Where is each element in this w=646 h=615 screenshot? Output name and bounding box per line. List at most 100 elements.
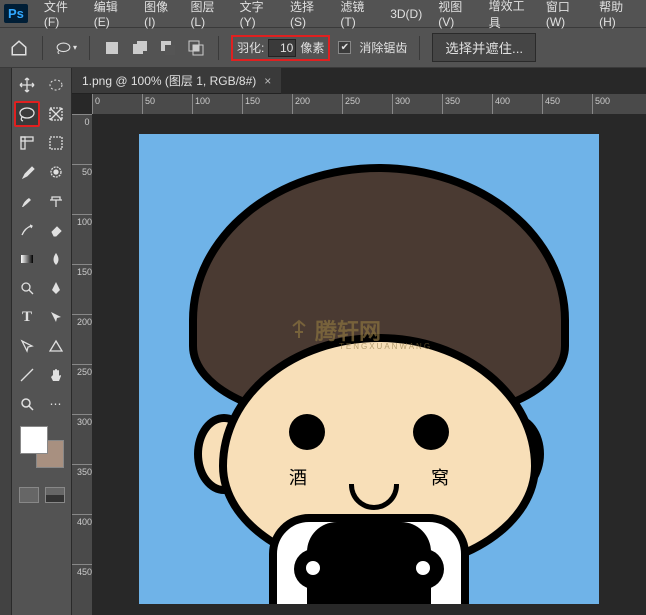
direct-select-tool-icon[interactable] xyxy=(14,333,40,359)
ruler-tick: 250 xyxy=(72,364,92,414)
menu-help[interactable]: 帮助(H) xyxy=(591,0,642,31)
selection-add-icon[interactable] xyxy=(131,39,149,57)
toolbox: T ⋯ xyxy=(12,68,72,615)
ruler-tick: 350 xyxy=(442,94,492,114)
foreground-swatch[interactable] xyxy=(20,426,48,454)
menu-view[interactable]: 视图(V) xyxy=(430,0,480,31)
menu-bar: Ps 文件(F) 编辑(E) 图像(I) 图层(L) 文字(Y) 选择(S) 滤… xyxy=(0,0,646,28)
ruler-tick: 50 xyxy=(72,164,92,214)
horizontal-ruler[interactable]: 0 50 100 150 200 250 300 350 400 450 500 xyxy=(92,94,646,114)
pen-tool-icon[interactable] xyxy=(43,275,69,301)
quick-mask-row xyxy=(14,487,69,503)
feather-label: 羽化: xyxy=(237,39,264,56)
frame-tool-icon[interactable] xyxy=(43,130,69,156)
separator xyxy=(42,36,43,60)
document-image: 酒 窝 腾轩网 TENGXUANWANG xyxy=(139,134,599,604)
shape-tool-icon[interactable] xyxy=(43,333,69,359)
line-tool-icon[interactable] xyxy=(14,362,40,388)
ruler-tick: 50 xyxy=(142,94,192,114)
antialias-label: 消除锯齿 xyxy=(359,39,407,56)
ruler-tick: 250 xyxy=(342,94,392,114)
feather-unit: 像素 xyxy=(300,39,324,56)
home-icon[interactable] xyxy=(8,37,30,59)
blur-tool-icon[interactable] xyxy=(43,246,69,272)
shirt-panda-eye xyxy=(404,549,444,589)
canvas[interactable]: 酒 窝 腾轩网 TENGXUANWANG xyxy=(92,114,646,615)
ruler-area: 0 50 100 150 200 250 300 350 400 450 500… xyxy=(72,94,646,615)
spot-heal-tool-icon[interactable] xyxy=(43,159,69,185)
selection-intersect-icon[interactable] xyxy=(187,39,205,57)
crop-tool-icon[interactable] xyxy=(14,130,40,156)
tab-title: 1.png @ 100% (图层 1, RGB/8#) xyxy=(82,72,256,89)
ruler-tick: 100 xyxy=(192,94,242,114)
menu-plugins[interactable]: 增效工具 xyxy=(481,0,538,33)
menu-3d[interactable]: 3D(D) xyxy=(382,5,430,23)
ruler-tick: 200 xyxy=(72,314,92,364)
menu-file[interactable]: 文件(F) xyxy=(36,0,86,31)
ruler-tick: 300 xyxy=(72,414,92,464)
path-select-tool-icon[interactable] xyxy=(43,304,69,330)
feather-input[interactable] xyxy=(268,39,296,57)
menu-window[interactable]: 窗口(W) xyxy=(538,0,591,31)
cartoon-eye xyxy=(289,414,325,450)
menu-filter[interactable]: 滤镜(T) xyxy=(332,0,382,31)
cartoon-eye xyxy=(413,414,449,450)
ruler-tick: 450 xyxy=(72,564,92,614)
move-tool-icon[interactable] xyxy=(14,72,40,98)
quick-mask-icon[interactable] xyxy=(45,487,65,503)
ruler-tick: 400 xyxy=(492,94,542,114)
gradient-tool-icon[interactable] xyxy=(14,246,40,272)
brush-tool-icon[interactable] xyxy=(14,188,40,214)
cheek-text-right: 窝 xyxy=(431,464,449,490)
ruler-tick: 450 xyxy=(542,94,592,114)
menu-image[interactable]: 图像(I) xyxy=(136,0,182,31)
ruler-tick: 150 xyxy=(242,94,292,114)
menu-select[interactable]: 选择(S) xyxy=(282,0,332,31)
chevron-down-icon: ▾ xyxy=(73,43,77,52)
cheek-text-left: 酒 xyxy=(289,464,307,490)
watermark-subtext: TENGXUANWANG xyxy=(339,342,432,351)
watermark-logo-icon xyxy=(289,318,309,342)
ruler-tick: 200 xyxy=(292,94,342,114)
current-tool-lasso-icon[interactable]: ▾ xyxy=(55,37,77,59)
separator xyxy=(419,36,420,60)
color-swatches[interactable] xyxy=(16,426,68,478)
close-tab-icon[interactable]: × xyxy=(264,74,271,88)
ruler-tick: 150 xyxy=(72,264,92,314)
object-select-tool-icon[interactable] xyxy=(43,101,69,127)
selection-new-icon[interactable] xyxy=(103,39,121,57)
ruler-tick: 0 xyxy=(92,94,142,114)
eraser-tool-icon[interactable] xyxy=(43,217,69,243)
dodge-tool-icon[interactable] xyxy=(14,275,40,301)
hand-tool-icon[interactable] xyxy=(43,362,69,388)
selection-subtract-icon[interactable] xyxy=(159,39,177,57)
ruler-tick: 400 xyxy=(72,514,92,564)
ruler-tick: 350 xyxy=(72,464,92,514)
panel-collapse-gutter[interactable] xyxy=(0,68,12,615)
ruler-tick: 0 xyxy=(72,114,92,164)
vertical-ruler[interactable]: 0 50 100 150 200 250 300 350 400 450 xyxy=(72,114,92,615)
document-tab[interactable]: 1.png @ 100% (图层 1, RGB/8#) × xyxy=(72,68,281,94)
select-and-mask-button[interactable]: 选择并遮住... xyxy=(432,33,536,62)
clone-stamp-tool-icon[interactable] xyxy=(43,188,69,214)
zoom-tool-icon[interactable] xyxy=(14,391,40,417)
separator xyxy=(89,36,90,60)
workspace: T ⋯ 1.png @ 100% (图层 1, RGB/8#) × xyxy=(0,68,646,615)
antialias-checkbox[interactable]: ✔ xyxy=(338,41,351,54)
edit-toolbar-icon[interactable]: ⋯ xyxy=(43,391,69,417)
feather-control-highlighted: 羽化: 像素 xyxy=(231,35,330,61)
separator xyxy=(218,36,219,60)
type-tool-icon[interactable]: T xyxy=(14,304,40,330)
ruler-tick: 500 xyxy=(592,94,642,114)
marquee-ellipse-tool-icon[interactable] xyxy=(43,72,69,98)
eyedropper-tool-icon[interactable] xyxy=(14,159,40,185)
menu-type[interactable]: 文字(Y) xyxy=(232,0,282,31)
ruler-tick: 300 xyxy=(392,94,442,114)
menu-layer[interactable]: 图层(L) xyxy=(182,0,231,31)
shirt-panda-eye xyxy=(294,549,334,589)
lasso-tool-icon[interactable] xyxy=(14,101,40,127)
history-brush-tool-icon[interactable] xyxy=(14,217,40,243)
menu-edit[interactable]: 编辑(E) xyxy=(86,0,136,31)
screen-mode-icon[interactable] xyxy=(19,487,39,503)
ruler-tick: 100 xyxy=(72,214,92,264)
